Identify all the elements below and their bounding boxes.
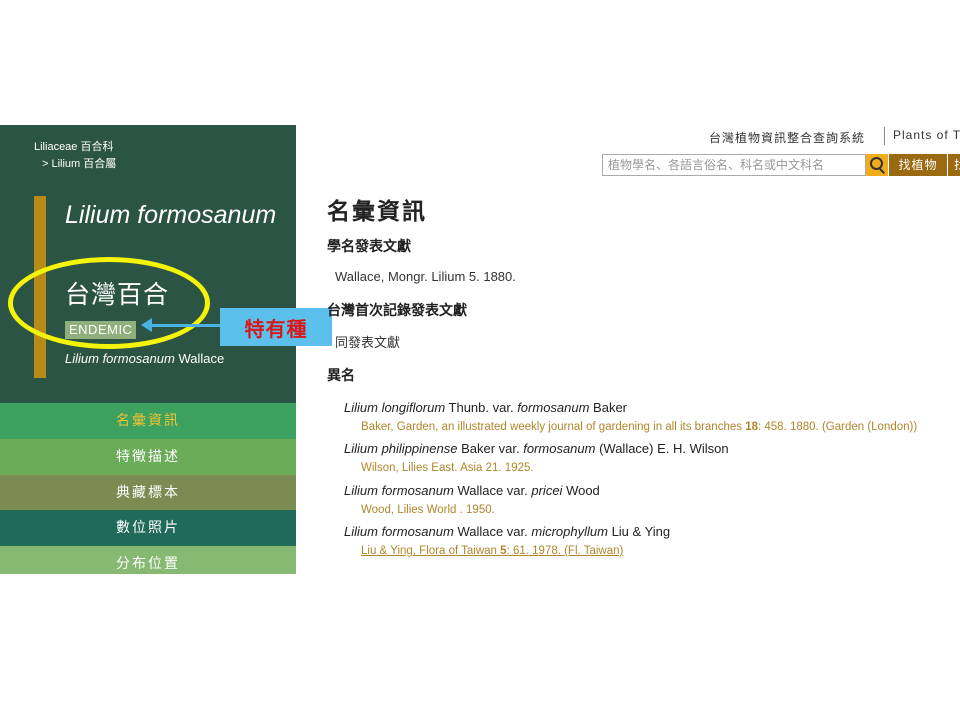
system-title-en[interactable]: Plants of Ta — [893, 128, 960, 142]
synonym-name: Lilium longiflorum Thunb. var. formosanu… — [344, 400, 627, 415]
synonym-variety-author: (Wallace) E. H. Wilson — [595, 441, 729, 456]
nav-item-distribution[interactable]: 分布位置 — [0, 546, 296, 574]
reference-text: Wood, Lilies World . 1950. — [361, 504, 495, 516]
reference-pages[interactable]: : 61. 1978. (Fl. Taiwan) — [507, 545, 624, 557]
synonym-name: Lilium formosanum Wallace var. microphyl… — [344, 524, 670, 539]
search-icon[interactable] — [866, 154, 888, 176]
publication-text: Wallace, Mongr. Lilium 5. 1880. — [335, 269, 516, 284]
species-authority: Lilium formosanum Wallace — [65, 351, 224, 366]
authority-author: Wallace — [174, 351, 225, 366]
find-plant-button[interactable]: 找植物 — [889, 154, 947, 176]
nav-item-nomenclature[interactable]: 名彙資訊 — [0, 403, 296, 439]
synonym-author: Wallace var. — [453, 483, 532, 498]
first-record-heading: 台灣首次記錄發表文獻 — [327, 303, 467, 319]
synonym-species: Lilium formosanum — [344, 524, 454, 539]
synonym-variety: microphyllum — [531, 524, 608, 539]
search-input[interactable] — [602, 154, 866, 176]
reference-text[interactable]: Liu & Ying, Flora of Taiwan — [361, 545, 500, 557]
synonym-reference: Wilson, Lilies East. Asia 21. 1925. — [361, 462, 534, 474]
page-title: 名彙資訊 — [327, 199, 427, 225]
nav-item-photos[interactable]: 數位照片 — [0, 510, 296, 546]
arrow-icon-shaft — [150, 324, 222, 327]
breadcrumb-family[interactable]: Liliaceae 百合科 — [34, 138, 113, 154]
reference-volume: 18 — [745, 421, 758, 433]
synonym-name: Lilium formosanum Wallace var. pricei Wo… — [344, 483, 600, 498]
synonym-variety-author: Baker — [589, 400, 628, 415]
synonym-author: Wallace var. — [453, 524, 532, 539]
synonym-name: Lilium philippinense Baker var. formosan… — [344, 441, 729, 456]
synonym-author: Thunb. var. — [445, 400, 518, 415]
synonym-variety: formosanum — [523, 441, 596, 456]
highlight-circle — [8, 257, 210, 349]
first-record-text: 同發表文獻 — [335, 335, 401, 350]
nav-item-specimens[interactable]: 典藏標本 — [0, 475, 296, 511]
title-divider — [884, 127, 885, 145]
reference-text: Baker, Garden, an illustrated weekly jou… — [361, 421, 746, 433]
authority-species: Lilium formosanum — [65, 351, 175, 366]
synonym-species: Lilium longiflorum — [344, 400, 446, 415]
arrow-left-icon — [141, 318, 152, 332]
synonym-variety-author: Wood — [562, 483, 600, 498]
synonym-reference: Wood, Lilies World . 1950. — [361, 504, 495, 516]
breadcrumb-genus[interactable]: > Lilium 百合屬 — [42, 155, 116, 171]
reference-text: Wilson, Lilies East. Asia 21. 1925. — [361, 462, 534, 474]
synonym-variety-author: Liu & Ying — [607, 524, 671, 539]
synonyms-heading: 異名 — [327, 368, 355, 384]
annotation-label: 特有種 — [220, 308, 332, 346]
reference-pages: : 458. 1880. (Garden (London)) — [758, 421, 918, 433]
synonym-species: Lilium philippinense — [344, 441, 458, 456]
nav-item-description[interactable]: 特徵描述 — [0, 439, 296, 475]
synonym-variety: formosanum — [517, 400, 590, 415]
synonym-reference: Baker, Garden, an illustrated weekly jou… — [361, 421, 917, 433]
synonym-species: Lilium formosanum — [344, 483, 454, 498]
system-title[interactable]: 台灣植物資訊整合查詢系統 — [709, 129, 865, 146]
publication-heading: 學名發表文獻 — [327, 239, 411, 255]
secondary-find-button[interactable]: 找 — [948, 154, 960, 176]
synonym-variety: pricei — [531, 483, 563, 498]
synonym-author: Baker var. — [457, 441, 524, 456]
scientific-name: Lilium formosanum — [65, 201, 277, 229]
synonym-reference-link[interactable]: Liu & Ying, Flora of Taiwan 5: 61. 1978.… — [361, 545, 623, 557]
